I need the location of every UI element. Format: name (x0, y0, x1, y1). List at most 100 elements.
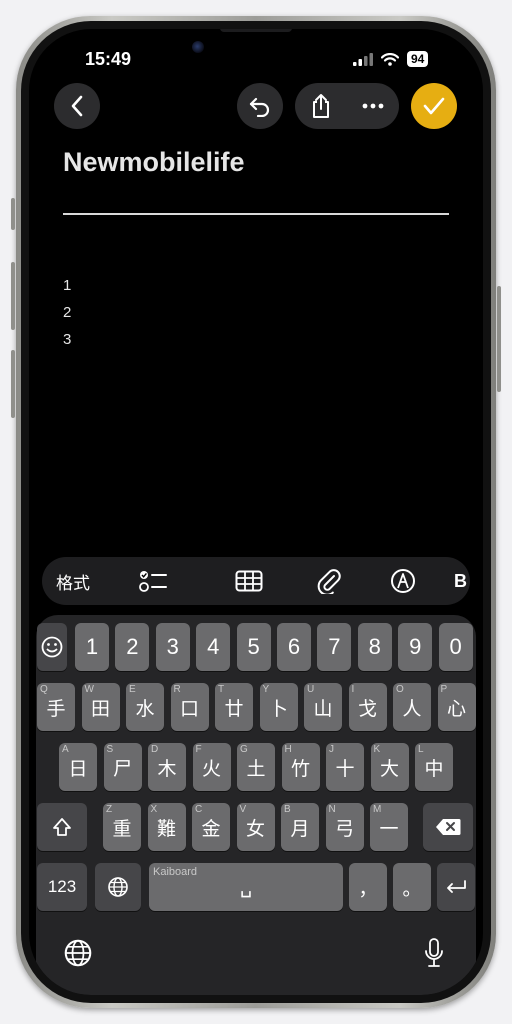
keyboard-switch-button[interactable] (58, 933, 98, 973)
signal-icon (353, 52, 373, 66)
return-key[interactable] (437, 863, 475, 911)
back-button[interactable] (54, 83, 100, 129)
key-label: 卜 (268, 698, 288, 720)
key-label: 1 (85, 634, 99, 659)
attachment-button[interactable] (306, 557, 352, 605)
letter-key-q[interactable]: Q手 (37, 683, 75, 731)
note-body[interactable]: 1 2 3 (63, 272, 71, 353)
number-key-4[interactable]: 4 (196, 623, 231, 671)
letter-key-i[interactable]: I戈 (348, 683, 387, 731)
globe-icon (108, 877, 128, 897)
letter-key-j[interactable]: J十 (326, 743, 364, 791)
delete-key[interactable] (423, 803, 473, 851)
key-latin-hint: E (129, 684, 136, 695)
attachment-icon (317, 569, 341, 594)
checklist-button[interactable] (130, 557, 176, 605)
battery-level: 94 (407, 51, 429, 67)
done-button[interactable] (411, 83, 457, 129)
number-key-1[interactable]: 1 (75, 623, 109, 671)
letter-key-s[interactable]: S尸 (103, 743, 142, 791)
letter-key-t[interactable]: T廿 (215, 683, 253, 731)
action-button (11, 198, 15, 230)
letter-key-v[interactable]: V女 (236, 803, 275, 851)
key-label: 日 (68, 758, 88, 780)
space-key[interactable]: Kaiboard ␣ (149, 863, 343, 911)
more-format-button[interactable]: B (454, 557, 470, 605)
key-latin-hint: S (106, 744, 114, 755)
globe-key[interactable] (95, 863, 141, 911)
letter-key-p[interactable]: P心 (437, 683, 476, 731)
key-label: 山 (313, 698, 333, 720)
number-key-7[interactable]: 7 (317, 623, 352, 671)
format-button[interactable]: 格式 (42, 557, 104, 605)
letter-key-b[interactable]: B月 (281, 803, 319, 851)
number-key-9[interactable]: 9 (398, 623, 433, 671)
number-key-3[interactable]: 3 (155, 623, 190, 671)
key-label: 火 (201, 758, 221, 780)
letter-key-l[interactable]: L中 (415, 743, 453, 791)
wifi-icon (381, 52, 399, 66)
key-label: 4 (207, 634, 220, 659)
more-button[interactable] (347, 83, 399, 129)
key-label: 弓 (334, 818, 354, 840)
period-key[interactable]: 。 (393, 863, 431, 911)
letter-key-y[interactable]: Y卜 (259, 683, 298, 731)
undo-icon (249, 97, 270, 117)
table-icon (235, 570, 263, 592)
key-latin-hint: I (351, 684, 355, 695)
letter-key-d[interactable]: D木 (148, 743, 186, 791)
number-key-0[interactable]: 0 (438, 623, 473, 671)
letter-key-c[interactable]: C金 (192, 803, 230, 851)
key-label: 難 (156, 818, 176, 840)
key-latin-hint: D (151, 744, 159, 755)
note-title[interactable]: Newmobilelife (63, 147, 245, 178)
key-latin-hint: Q (40, 684, 48, 695)
key-label: 0 (449, 634, 462, 659)
note-line: 2 (63, 304, 72, 321)
letter-key-x[interactable]: X難 (147, 803, 186, 851)
key-label: 2 (126, 634, 139, 659)
letter-key-e[interactable]: E水 (126, 683, 164, 731)
volume-up-button (11, 262, 15, 330)
letter-key-u[interactable]: U山 (304, 683, 342, 731)
number-key-2[interactable]: 2 (115, 623, 150, 671)
key-label: 女 (245, 818, 265, 840)
letter-key-r[interactable]: R口 (170, 683, 209, 731)
shift-key[interactable] (37, 803, 87, 851)
emoji-key[interactable] (37, 623, 67, 671)
numbers-key[interactable]: 123 (37, 863, 87, 911)
letter-key-g[interactable]: G土 (237, 743, 275, 791)
letter-key-w[interactable]: W田 (81, 683, 120, 731)
key-latin-hint: K (373, 744, 381, 755)
share-button[interactable] (295, 83, 347, 129)
table-button[interactable] (226, 557, 272, 605)
number-key-5[interactable]: 5 (236, 623, 271, 671)
letter-key-a[interactable]: A日 (59, 743, 97, 791)
delete-icon (436, 819, 461, 835)
key-label: 5 (247, 634, 260, 659)
letter-key-o[interactable]: O人 (393, 683, 431, 731)
status-indicators: 94 (353, 51, 429, 67)
key-latin-hint: B (284, 804, 291, 815)
number-key-8[interactable]: 8 (357, 623, 392, 671)
letter-key-h[interactable]: H竹 (281, 743, 320, 791)
letter-key-n[interactable]: N弓 (325, 803, 364, 851)
markup-button[interactable] (380, 557, 426, 605)
key-label: 手 (46, 698, 66, 720)
undo-button[interactable] (237, 83, 283, 129)
key-label: 廿 (224, 698, 244, 720)
letter-key-m[interactable]: M一 (370, 803, 408, 851)
key-latin-hint: P (440, 684, 448, 695)
letter-key-f[interactable]: F火 (192, 743, 231, 791)
key-latin-hint: V (239, 804, 247, 815)
key-label: 一 (379, 818, 399, 840)
emoji-icon (41, 636, 63, 658)
number-key-6[interactable]: 6 (277, 623, 311, 671)
letter-key-z[interactable]: Z重 (103, 803, 141, 851)
done-check-icon (423, 97, 445, 115)
key-latin-hint: O (396, 684, 404, 695)
comma-key[interactable]: ， (349, 863, 387, 911)
dictation-button[interactable] (414, 933, 454, 973)
letter-key-k[interactable]: K大 (370, 743, 409, 791)
key-label: 3 (166, 634, 179, 659)
